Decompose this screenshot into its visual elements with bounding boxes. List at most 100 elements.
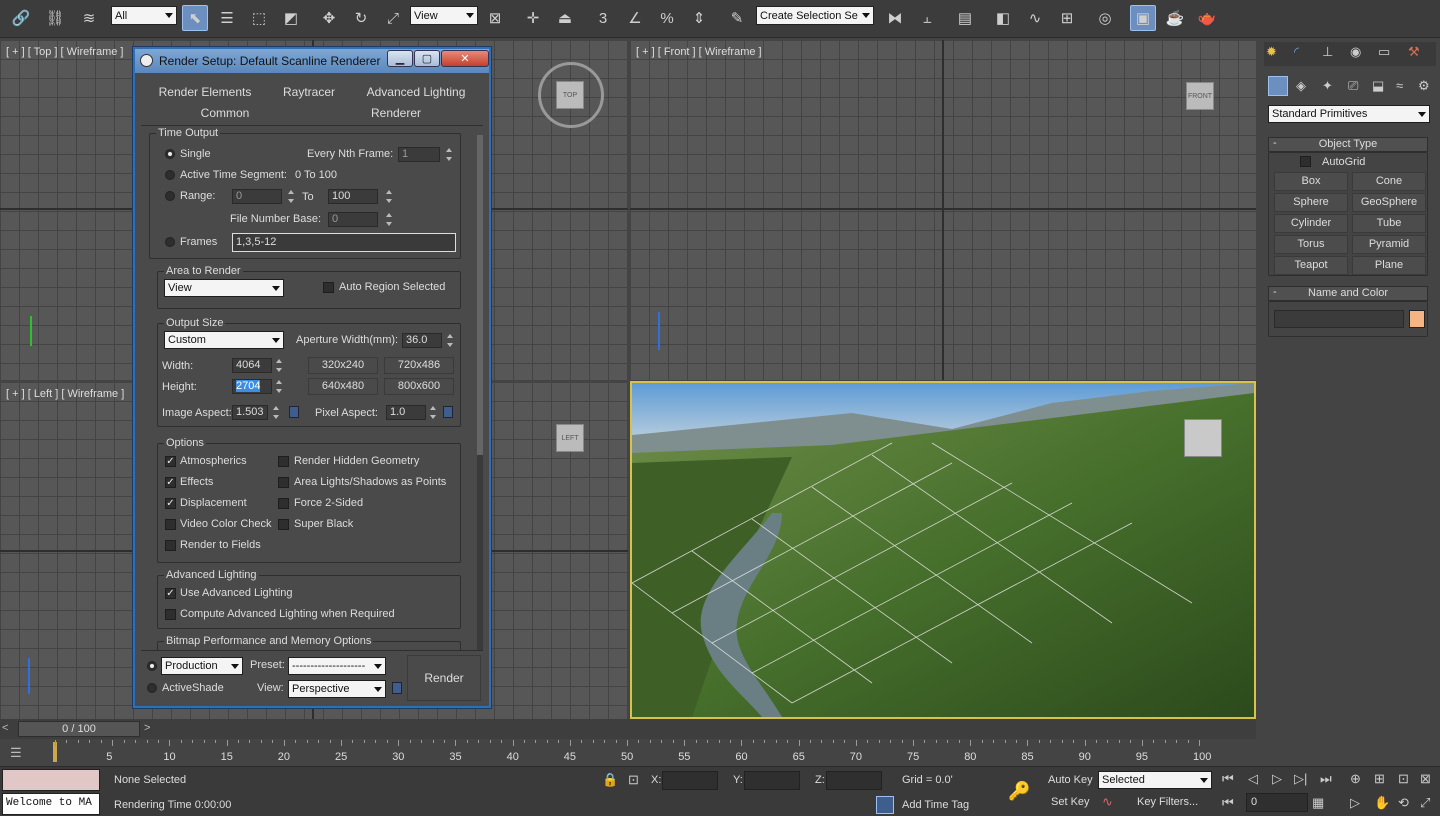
area-to-render-select[interactable]: View xyxy=(164,279,284,297)
aperture-width-spinner[interactable] xyxy=(447,333,455,348)
zoom-icon[interactable]: ⊕ xyxy=(1350,771,1361,787)
select-by-name-icon[interactable]: ☰ xyxy=(214,5,240,31)
range-from-spinner[interactable] xyxy=(288,189,296,204)
mirror-icon[interactable]: ⧓ xyxy=(882,5,908,31)
force-2-sided-checkbox[interactable] xyxy=(278,498,289,509)
preset-320x240-button[interactable]: 320x240 xyxy=(308,357,378,374)
area-lights-checkbox[interactable] xyxy=(278,477,289,488)
tab-advanced-lighting[interactable]: Advanced Lighting xyxy=(351,85,481,99)
effects-checkbox[interactable]: ✓ xyxy=(165,477,176,488)
file-number-base-input[interactable]: 0 xyxy=(328,212,378,227)
compute-advanced-lighting-checkbox[interactable] xyxy=(165,609,176,620)
zoom-extents-all-icon[interactable]: ⊠ xyxy=(1420,771,1431,787)
production-radio[interactable] xyxy=(147,661,157,671)
play-icon[interactable]: ▷ xyxy=(1272,771,1282,787)
video-color-check-checkbox[interactable] xyxy=(165,519,176,530)
hierarchy-tab-icon[interactable]: ⊥ xyxy=(1322,44,1333,60)
align-icon[interactable]: ⫠ xyxy=(914,5,940,31)
time-tag-icon[interactable] xyxy=(876,796,894,814)
view-lock-icon[interactable] xyxy=(392,682,402,694)
unlink-icon[interactable]: ⛓ xyxy=(42,5,68,31)
object-color-swatch[interactable] xyxy=(1409,310,1425,328)
layer-manager-icon[interactable]: ▤ xyxy=(952,5,978,31)
angle-snap-icon[interactable]: ∠ xyxy=(622,5,648,31)
selection-filter-select[interactable]: All xyxy=(111,6,177,25)
atmospherics-checkbox[interactable]: ✓ xyxy=(165,456,176,467)
key-filters-button[interactable]: Key Filters... xyxy=(1137,796,1198,808)
name-color-rollout-title[interactable]: - Name and Color xyxy=(1268,286,1428,301)
viewport-front[interactable]: [ + ] [ Front ] [ Wireframe ] FRONT xyxy=(630,40,1256,380)
cameras-icon[interactable]: ⎚ xyxy=(1348,78,1358,94)
rendered-frame-window-icon[interactable]: ☕ xyxy=(1162,5,1188,31)
key-mode-select[interactable]: Selected xyxy=(1098,771,1212,789)
space-warps-icon[interactable]: ≈ xyxy=(1396,78,1403,93)
teapot-button[interactable]: Teapot xyxy=(1274,256,1348,275)
width-spinner[interactable] xyxy=(276,358,284,373)
x-coordinate-input[interactable] xyxy=(662,771,718,790)
geosphere-button[interactable]: GeoSphere xyxy=(1352,193,1426,212)
window-crossing-icon[interactable]: ◩ xyxy=(278,5,304,31)
create-tab-icon[interactable]: ✹ xyxy=(1266,44,1277,60)
pixel-aspect-input[interactable]: 1.0 xyxy=(386,405,426,420)
viewport-front-label[interactable]: [ + ] [ Front ] [ Wireframe ] xyxy=(636,46,762,58)
move-icon[interactable]: ✥ xyxy=(316,5,342,31)
select-link-icon[interactable]: 🔗 xyxy=(8,5,34,31)
viewcube-left[interactable]: LEFT xyxy=(556,424,584,452)
absolute-mode-icon[interactable]: ⊡ xyxy=(628,772,639,788)
tab-raytracer[interactable]: Raytracer xyxy=(269,85,349,99)
image-aspect-spinner[interactable] xyxy=(273,405,281,420)
tube-button[interactable]: Tube xyxy=(1352,214,1426,233)
viewport-perspective[interactable] xyxy=(630,381,1256,719)
time-slider[interactable]: 0 / 100 xyxy=(18,721,140,737)
keyboard-shortcut-override-icon[interactable]: ⏏ xyxy=(552,5,578,31)
current-frame-input[interactable]: 0 xyxy=(1246,793,1308,812)
displacement-checkbox[interactable]: ✓ xyxy=(165,498,176,509)
pyramid-button[interactable]: Pyramid xyxy=(1352,235,1426,254)
maximize-icon[interactable]: ▢ xyxy=(414,50,440,67)
torus-button[interactable]: Torus xyxy=(1274,235,1348,254)
object-type-rollout-title[interactable]: - Object Type xyxy=(1268,137,1428,152)
pixel-aspect-lock-icon[interactable] xyxy=(443,406,453,418)
next-frame-icon[interactable]: > xyxy=(144,722,156,736)
production-mode-select[interactable]: Production xyxy=(161,657,243,675)
height-input[interactable]: 2704 xyxy=(232,379,272,394)
range-from-input[interactable]: 0 xyxy=(232,189,282,204)
aperture-width-input[interactable]: 36.0 xyxy=(402,333,442,348)
render-button[interactable]: Render xyxy=(407,655,481,701)
viewcube-top[interactable]: TOP xyxy=(556,81,584,109)
maximize-viewport-icon[interactable]: ⤢ xyxy=(1420,795,1430,811)
frames-input[interactable]: 1,3,5-12 xyxy=(232,233,456,252)
rotate-icon[interactable]: ↻ xyxy=(348,5,374,31)
select-object-icon[interactable]: ⬉ xyxy=(182,5,208,31)
viewport-top-label[interactable]: [ + ] [ Top ] [ Wireframe ] xyxy=(6,46,123,58)
spinner-snap-icon[interactable]: ⇕ xyxy=(686,5,712,31)
orbit-icon[interactable]: ⟲ xyxy=(1398,795,1409,811)
geometry-icon[interactable] xyxy=(1268,76,1288,96)
previous-frame-icon[interactable]: ◁ xyxy=(1248,771,1258,787)
bind-space-warp-icon[interactable]: ≋ xyxy=(76,5,102,31)
snaps-toggle-icon[interactable]: 3 xyxy=(590,5,616,31)
y-coordinate-input[interactable] xyxy=(744,771,800,790)
preset-640x480-button[interactable]: 640x480 xyxy=(308,378,378,395)
render-production-icon[interactable]: 🫖 xyxy=(1194,5,1220,31)
go-to-start-icon[interactable]: ⏮ xyxy=(1222,771,1234,787)
super-black-checkbox[interactable] xyxy=(278,519,289,530)
view-select[interactable]: Perspective xyxy=(288,680,386,698)
curve-editor-icon[interactable]: ∿ xyxy=(1022,5,1048,31)
pan-view-icon[interactable]: ✋ xyxy=(1374,795,1390,811)
go-to-end-icon[interactable]: ⏭ xyxy=(1320,771,1332,787)
auto-region-checkbox[interactable] xyxy=(323,282,334,293)
auto-key-button[interactable]: Auto Key xyxy=(1048,774,1093,786)
range-to-input[interactable]: 100 xyxy=(328,189,378,204)
render-hidden-geometry-checkbox[interactable] xyxy=(278,456,289,467)
render-to-fields-checkbox[interactable] xyxy=(165,540,176,551)
motion-tab-icon[interactable]: ◉ xyxy=(1350,44,1361,60)
range-radio[interactable] xyxy=(165,191,175,201)
range-to-spinner[interactable] xyxy=(386,189,394,204)
tab-render-elements[interactable]: Render Elements xyxy=(143,85,267,99)
modify-tab-icon[interactable]: ◜ xyxy=(1294,44,1299,60)
preset-720x486-button[interactable]: 720x486 xyxy=(384,357,454,374)
frames-radio[interactable] xyxy=(165,237,175,247)
field-of-view-icon[interactable]: ▷ xyxy=(1350,795,1360,811)
next-frame-icon[interactable]: ▷| xyxy=(1294,771,1307,787)
